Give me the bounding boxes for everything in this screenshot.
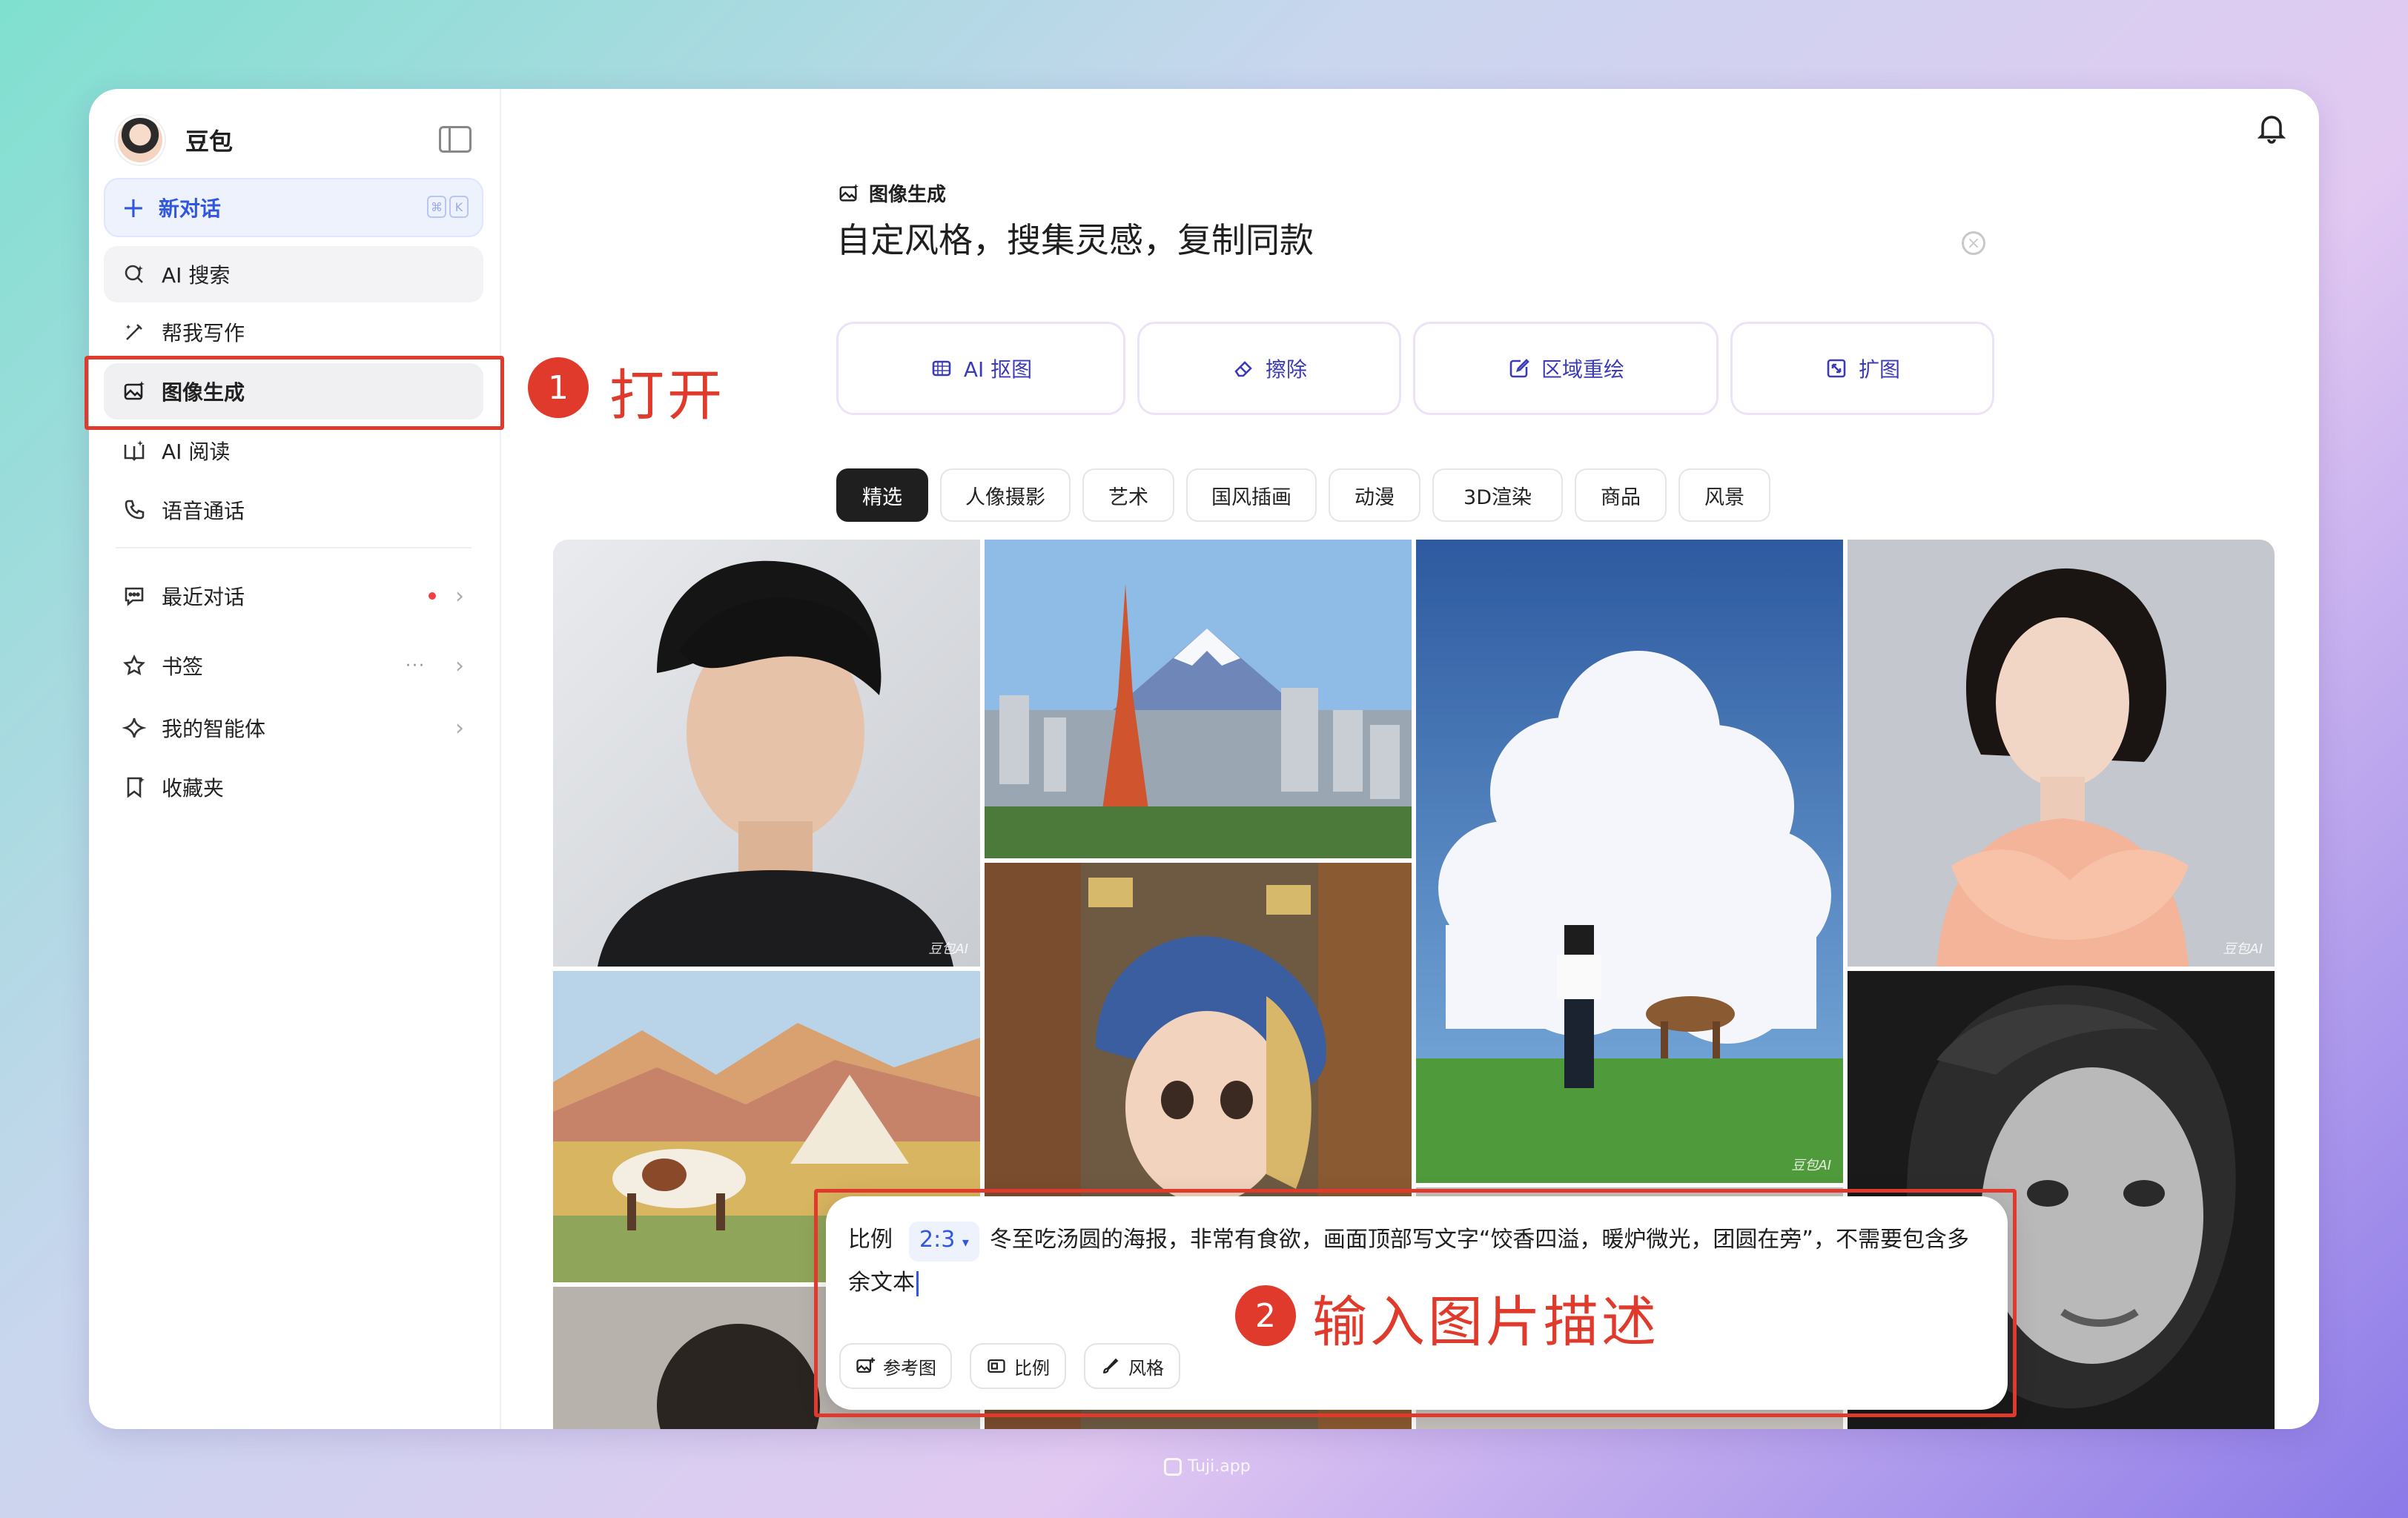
headline: 自定风格，搜集灵感，复制同款 <box>836 220 1314 260</box>
sidebar-section-recent-chats[interactable]: 最近对话 › <box>104 568 483 624</box>
brand-name: 豆包 <box>185 127 234 156</box>
tool-label: 擦除 <box>1265 357 1307 382</box>
category-chip[interactable]: 国风插画 <box>1186 468 1317 522</box>
footer-watermark: Tuji.app <box>1164 1457 1251 1476</box>
sidebar-section-label: 最近对话 <box>162 585 245 609</box>
sidebar-divider <box>116 547 472 548</box>
command-key: ⌘ <box>427 196 446 218</box>
sidebar-section-label: 书签 <box>162 654 204 679</box>
tool-erase-button[interactable]: 擦除 <box>1137 322 1401 415</box>
tuji-logo-icon <box>1164 1457 1182 1476</box>
sidebar-item-writing[interactable]: 帮我写作 <box>104 304 483 360</box>
phone-icon <box>122 497 147 523</box>
sidebar-section-my-agents[interactable]: 我的智能体 › <box>104 700 483 756</box>
category-chip[interactable]: 艺术 <box>1082 468 1174 522</box>
sidebar: 豆包 + 新对话 ⌘ K AI 搜索 帮我写作 图像生成 AI 阅读 语音通话 … <box>89 89 501 1429</box>
mode-title-text: 图像生成 <box>869 184 947 206</box>
k-key: K <box>449 196 469 218</box>
watermark: 豆包AI <box>928 941 968 957</box>
avatar[interactable] <box>116 116 165 165</box>
gallery-image-portrait-woman[interactable]: 豆包AI <box>1848 540 2275 967</box>
category-chip[interactable]: 3D渲染 <box>1432 468 1563 522</box>
more-icon[interactable]: ··· <box>406 657 426 675</box>
annotation-box-step1 <box>85 356 504 430</box>
gallery-image-tokyo-fuji[interactable] <box>985 540 1412 858</box>
tool-repaint-button[interactable]: 区域重绘 <box>1413 322 1719 415</box>
star-icon <box>122 653 147 678</box>
sidebar-item-label: AI 阅读 <box>162 440 231 464</box>
gallery-image-clouds-dog[interactable]: 豆包AI <box>1416 540 1843 1183</box>
mode-title: 图像生成 <box>838 179 946 207</box>
category-chip[interactable]: 风景 <box>1678 468 1770 522</box>
bell-icon[interactable] <box>2254 110 2289 145</box>
tool-ai-cutout-button[interactable]: AI 抠图 <box>836 322 1125 415</box>
footer-brand-text: Tuji.app <box>1188 1457 1251 1476</box>
sparkle-icon <box>122 715 147 740</box>
tool-label: 扩图 <box>1858 357 1900 382</box>
category-chip[interactable]: 精选 <box>836 468 928 522</box>
plus-icon: + <box>122 191 145 224</box>
tool-expand-button[interactable]: 扩图 <box>1730 322 1994 415</box>
book-icon <box>122 438 147 463</box>
annotation-number-2: 2 <box>1235 1285 1296 1346</box>
sidebar-item-voice-call[interactable]: 语音通话 <box>104 482 483 538</box>
watermark: 豆包AI <box>1791 1158 1831 1173</box>
watermark: 豆包AI <box>2223 941 2263 957</box>
expand-icon <box>1827 359 1846 378</box>
sidebar-item-ai-reading[interactable]: AI 阅读 <box>104 422 483 479</box>
annotation-label-1: 打开 <box>609 364 725 428</box>
sidebar-section-bookmarks[interactable]: 书签 ··· › <box>104 637 483 694</box>
tool-label: AI 抠图 <box>963 357 1033 382</box>
chevron-right-icon[interactable]: › <box>455 583 464 609</box>
sidebar-section-favorites[interactable]: 收藏夹 <box>104 759 483 815</box>
chevron-right-icon[interactable]: › <box>455 715 464 741</box>
magic-pen-icon <box>122 319 147 345</box>
tool-label: 区域重绘 <box>1541 357 1624 382</box>
sidebar-section-label: 收藏夹 <box>162 776 225 801</box>
clear-icon[interactable]: × <box>1962 231 1985 255</box>
sidebar-section-label: 我的智能体 <box>162 717 266 741</box>
gallery-image-portrait-man[interactable]: 豆包AI <box>553 540 980 967</box>
annotation-label-2: 输入图片描述 <box>1312 1290 1659 1354</box>
sidebar-item-label: AI 搜索 <box>162 263 231 288</box>
sidebar-item-label: 语音通话 <box>162 499 245 523</box>
category-chip[interactable]: 人像摄影 <box>940 468 1071 522</box>
sidebar-item-ai-search[interactable]: AI 搜索 <box>104 246 483 302</box>
chevron-right-icon[interactable]: › <box>455 653 464 679</box>
unread-dot <box>429 592 436 600</box>
image-generate-icon <box>839 183 859 202</box>
sidebar-item-label: 帮我写作 <box>162 321 245 345</box>
new-chat-button[interactable]: + 新对话 ⌘ K <box>104 178 483 237</box>
chat-bubble-icon <box>122 583 147 609</box>
shortcut-hint: ⌘ K <box>427 196 469 218</box>
eraser-icon <box>1234 361 1252 377</box>
annotation-number-1: 1 <box>528 357 589 418</box>
category-chip[interactable]: 商品 <box>1575 468 1667 522</box>
cutout-icon <box>932 360 951 377</box>
ai-search-icon <box>122 262 147 287</box>
bookmark-icon <box>122 775 147 800</box>
category-chip[interactable]: 动漫 <box>1329 468 1420 522</box>
brand-header: 豆包 <box>116 105 472 175</box>
new-chat-label: 新对话 <box>158 196 221 221</box>
brush-icon <box>1509 359 1529 378</box>
sidebar-toggle-icon[interactable] <box>439 126 472 153</box>
